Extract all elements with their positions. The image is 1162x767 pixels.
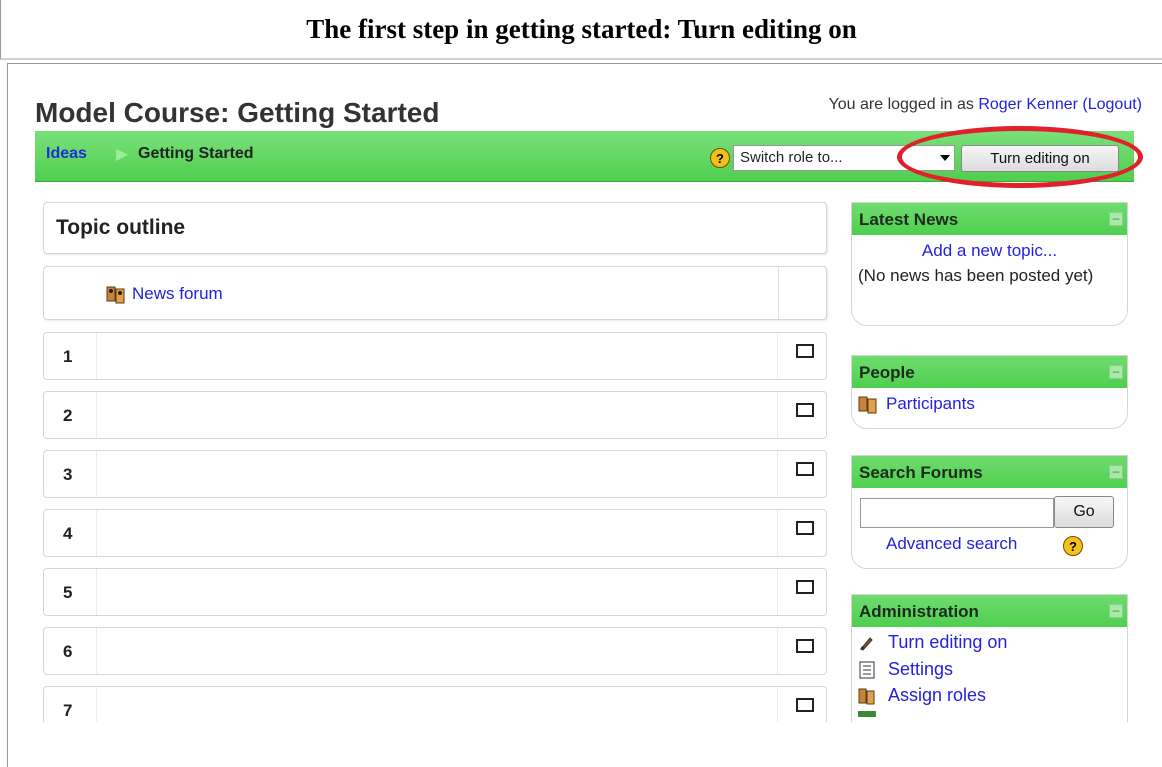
latest-news-title: Latest News — [859, 210, 959, 229]
highlight-ellipse — [897, 126, 1143, 188]
week-number: 6 — [63, 642, 73, 661]
highlight-week-icon[interactable] — [796, 639, 814, 653]
collapse-icon[interactable]: – — [1109, 465, 1123, 479]
week-number: 2 — [63, 406, 73, 425]
course-title: Model Course: Getting Started — [35, 97, 440, 128]
document-frame: The first step in getting started: Turn … — [0, 0, 1162, 767]
row-divider — [96, 510, 97, 556]
highlight-week-icon[interactable] — [796, 698, 814, 712]
settings-document-icon — [859, 661, 875, 679]
row-divider — [96, 333, 97, 379]
people-header: People – — [852, 356, 1127, 388]
breadcrumb-separator-icon: ▶ — [116, 146, 129, 163]
row-divider — [96, 451, 97, 497]
caption-cell: The first step in getting started: Turn … — [0, 0, 1162, 60]
row-divider — [777, 451, 778, 497]
row-right-column — [778, 267, 826, 319]
add-new-topic-link[interactable]: Add a new topic... — [852, 241, 1127, 261]
edit-pencil-icon — [860, 637, 873, 651]
collapse-icon[interactable]: – — [1109, 365, 1123, 379]
row-divider — [96, 392, 97, 438]
administration-block: Administration – Turn editing on Setting… — [851, 594, 1128, 722]
highlight-week-icon[interactable] — [796, 580, 814, 594]
moodle-screenshot: Model Course: Getting Started You are lo… — [26, 82, 1144, 722]
admin-item-label: Settings — [888, 659, 954, 679]
news-forum-link[interactable]: News forum — [132, 284, 223, 304]
latest-news-block: Latest News – Add a new topic... (No new… — [851, 202, 1128, 326]
logout-link[interactable]: (Logout) — [1082, 96, 1142, 113]
no-news-text: (No news has been posted yet) — [858, 266, 1094, 285]
search-forums-title: Search Forums — [859, 463, 983, 482]
week-number: 1 — [63, 347, 73, 366]
highlight-week-icon[interactable] — [796, 462, 814, 476]
row-divider — [96, 687, 97, 722]
collapse-icon[interactable]: – — [1109, 604, 1123, 618]
advanced-search-link[interactable]: Advanced search — [886, 534, 1017, 554]
collapse-icon[interactable]: – — [1109, 212, 1123, 226]
login-prefix: You are logged in as — [828, 96, 974, 113]
search-forums-block: Search Forums – Go Advanced search ? — [851, 455, 1128, 569]
people-title: People — [859, 363, 915, 382]
administration-title: Administration — [859, 602, 979, 621]
breadcrumb-ideas-link[interactable]: Ideas — [46, 145, 87, 163]
participants-icon — [858, 396, 877, 414]
help-icon[interactable]: ? — [1063, 536, 1083, 556]
week-row: 2 — [43, 391, 827, 439]
row-divider — [777, 569, 778, 615]
help-icon[interactable]: ? — [710, 148, 730, 168]
go-button[interactable]: Go — [1054, 496, 1114, 528]
participants-link[interactable]: Participants — [886, 394, 975, 414]
week-row: 5 — [43, 568, 827, 616]
week-row: 7 — [43, 686, 827, 722]
caption-title: The first step in getting started: Turn … — [306, 13, 857, 44]
highlight-week-icon[interactable] — [796, 521, 814, 535]
forum-icon — [106, 286, 125, 304]
breadcrumb-current: Getting Started — [138, 145, 254, 162]
week-number: 3 — [63, 465, 73, 484]
week-row: 6 — [43, 627, 827, 675]
topic-outline-title: Topic outline — [56, 216, 186, 239]
week-row: 4 — [43, 509, 827, 557]
administration-header: Administration – — [852, 595, 1127, 627]
row-divider — [96, 628, 97, 674]
row-divider — [96, 569, 97, 615]
week-row: 3 — [43, 450, 827, 498]
row-divider — [777, 510, 778, 556]
grades-icon — [858, 711, 876, 717]
highlight-week-icon[interactable] — [796, 344, 814, 358]
screenshot-cell: Model Course: Getting Started You are lo… — [7, 63, 1162, 767]
week-number: 4 — [63, 524, 73, 543]
row-divider — [777, 628, 778, 674]
login-info: You are logged in as Roger Kenner (Logou… — [829, 96, 1142, 114]
row-divider — [777, 687, 778, 722]
search-forums-header: Search Forums – — [852, 456, 1127, 488]
week-row: 1 — [43, 332, 827, 380]
week-number: 7 — [63, 701, 73, 720]
row-divider — [777, 392, 778, 438]
admin-item-label: Assign roles — [888, 685, 987, 705]
latest-news-header: Latest News – — [852, 203, 1127, 235]
switch-role-value: Switch role to... — [740, 149, 843, 166]
topic-outline-header: Topic outline — [43, 202, 827, 254]
highlight-week-icon[interactable] — [796, 403, 814, 417]
row-divider — [777, 333, 778, 379]
people-block: People – Participants — [851, 355, 1128, 429]
assign-roles-icon — [858, 688, 875, 705]
search-forums-input[interactable] — [860, 498, 1054, 528]
user-link[interactable]: Roger Kenner — [978, 96, 1078, 113]
admin-item-label: Turn editing on — [888, 632, 1008, 652]
week-number: 5 — [63, 583, 73, 602]
news-forum-row: News forum — [43, 266, 827, 320]
